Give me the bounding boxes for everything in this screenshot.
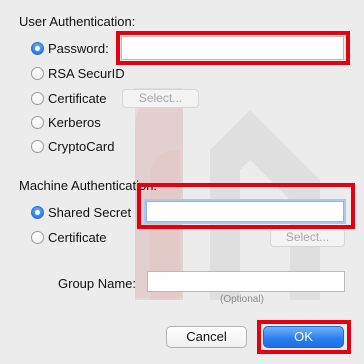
shared-secret-input[interactable] (146, 201, 344, 222)
radio-certificate-user[interactable] (31, 92, 44, 105)
group-name-hint: (Optional) (220, 294, 264, 305)
user-authentication-title: User Authentication: (19, 14, 136, 29)
ok-button[interactable]: OK (263, 326, 344, 348)
radio-certificate-user-label: Certificate (48, 91, 107, 106)
radio-kerberos-label: Kerberos (48, 115, 101, 130)
group-name-label: Group Name: (58, 276, 137, 291)
select-certificate-user-button[interactable]: Select... (122, 89, 199, 108)
radio-rsa-securid-label: RSA SecurID (48, 66, 125, 81)
machine-authentication-title: Machine Authentication: (19, 178, 158, 193)
radio-shared-secret[interactable] (31, 206, 44, 219)
radio-kerberos[interactable] (31, 116, 44, 129)
cancel-button[interactable]: Cancel (166, 326, 247, 348)
radio-cryptocard-label: CryptoCard (48, 139, 115, 154)
radio-shared-secret-label: Shared Secret (48, 205, 132, 220)
radio-cryptocard[interactable] (31, 140, 44, 153)
radio-certificate-machine[interactable] (31, 231, 44, 244)
group-name-input[interactable] (147, 271, 345, 292)
select-certificate-machine-button[interactable]: Select... (270, 228, 345, 247)
radio-certificate-machine-label: Certificate (48, 230, 107, 245)
password-input[interactable] (121, 36, 344, 60)
radio-password[interactable] (31, 42, 44, 55)
radio-password-label: Password: (48, 41, 109, 56)
radio-rsa-securid[interactable] (31, 67, 44, 80)
